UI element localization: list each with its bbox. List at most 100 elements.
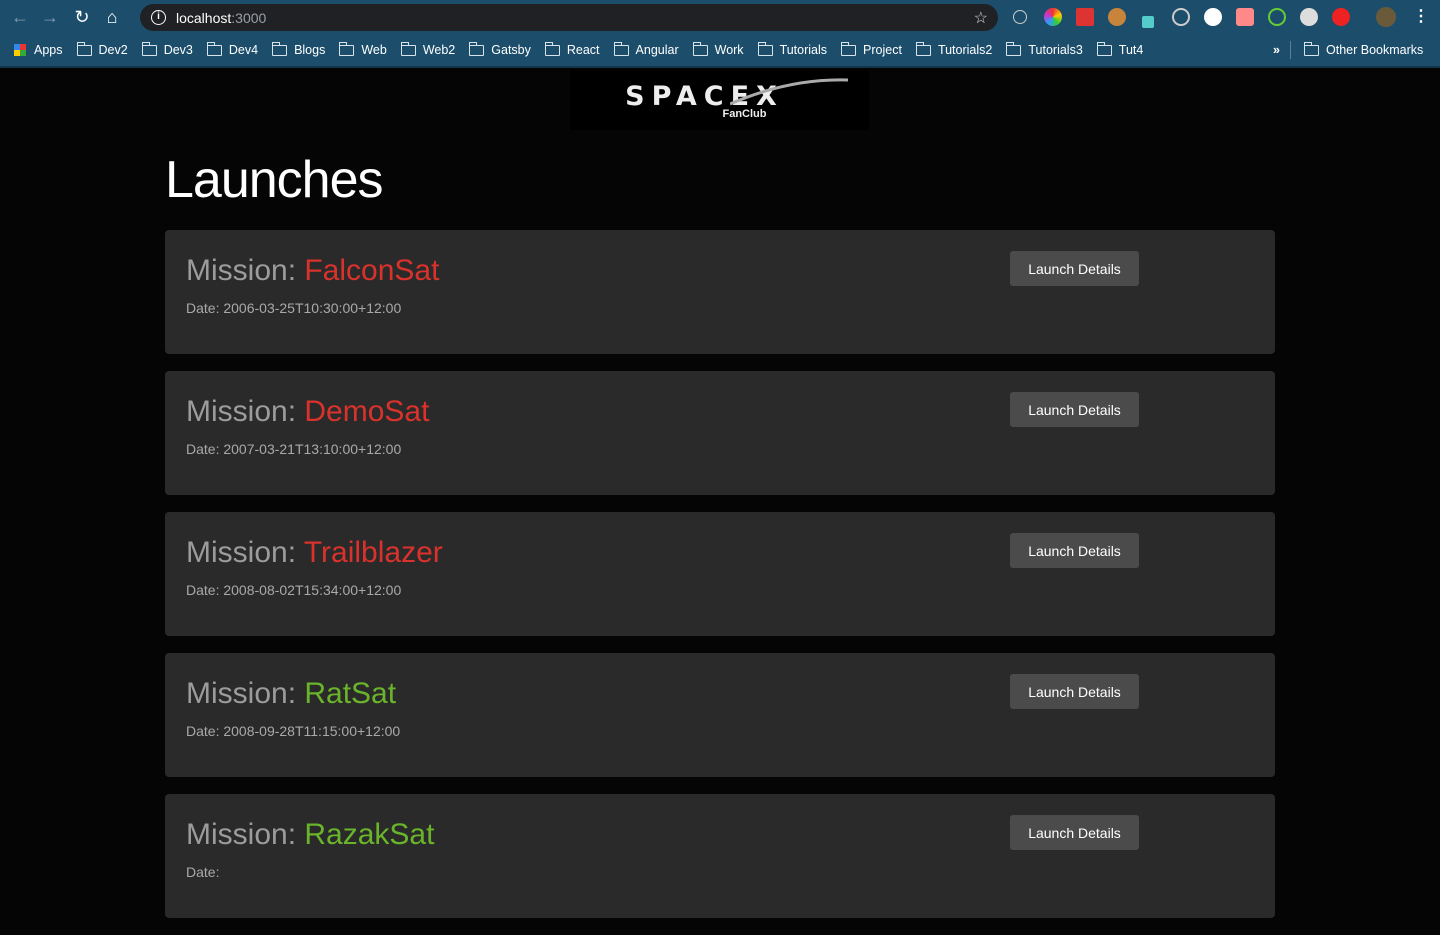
launch-list: Mission: FalconSat Date: 2006-03-25T10:3… (165, 230, 1275, 935)
launch-date: Date: 2007-03-21T13:10:00+12:00 (186, 441, 401, 457)
adblock-extension-icon[interactable] (1332, 8, 1350, 26)
page-title: Launches (165, 151, 384, 209)
launch-card: Mission: Trailblazer Date: 2008-08-02T15… (165, 512, 1275, 636)
bookmark-folder[interactable]: Web (339, 41, 387, 57)
folder-icon (613, 41, 629, 56)
bookmark-label: Project (863, 43, 902, 57)
extension-icon[interactable] (1108, 8, 1126, 26)
folder-icon (841, 41, 857, 56)
date-prefix: Date: (186, 723, 224, 739)
bookmark-label: Gatsby (491, 43, 531, 57)
mission-prefix: Mission: (186, 254, 305, 287)
bookmark-label: Apps (34, 43, 63, 57)
bookmark-label: Tutorials3 (1028, 43, 1083, 57)
date-value: 2006-03-25T10:30:00+12:00 (223, 300, 402, 316)
back-icon[interactable]: ← (7, 4, 33, 30)
folder-icon (757, 41, 773, 56)
bookmark-label: Tutorials2 (937, 43, 993, 57)
reload-icon[interactable]: ↻ (69, 4, 95, 30)
bookmark-label: Dev3 (163, 43, 193, 57)
folder-icon (1304, 41, 1319, 56)
extension-icon[interactable] (1300, 8, 1318, 26)
mission-name: RazakSat (304, 818, 435, 851)
color-picker-extension-icon[interactable] (1044, 8, 1062, 26)
bookmark-star-icon[interactable]: ☆ (974, 8, 988, 28)
bookmark-folder[interactable]: Web2 (400, 41, 455, 57)
bookmark-folder[interactable]: Tut4 (1096, 41, 1144, 57)
mission-title: Mission: RatSat (186, 677, 396, 711)
mission-name: Trailblazer (303, 536, 443, 569)
bookmark-label: Dev4 (228, 43, 259, 57)
bookmark-folder[interactable]: Dev3 (141, 41, 193, 57)
mission-prefix: Mission: (186, 395, 305, 428)
nodejs-extension-icon[interactable] (1268, 8, 1286, 26)
bookmark-folder[interactable]: Tutorials3 (1006, 41, 1083, 57)
date-value: 2008-08-02T15:34:00+12:00 (223, 582, 402, 598)
bookmark-apps[interactable]: Apps (14, 43, 63, 57)
avatar[interactable] (1376, 7, 1396, 27)
folder-icon (400, 41, 416, 56)
extension-icon[interactable] (1076, 8, 1094, 26)
bookmark-label: Blogs (294, 43, 326, 57)
folder-icon (272, 41, 288, 56)
extension-icon[interactable] (1172, 8, 1190, 26)
launch-date: Date: (186, 864, 219, 880)
mission-title: Mission: RazakSat (186, 818, 434, 852)
extension-icon[interactable] (1013, 10, 1027, 24)
bookmark-folder[interactable]: Project (841, 41, 902, 57)
bookmark-folder[interactable]: Tutorials2 (915, 41, 993, 57)
launch-card: Mission: RatSat Date: 2008-09-28T11:15:0… (165, 653, 1275, 777)
date-value: 2008-09-28T11:15:00+12:00 (223, 723, 401, 739)
mission-prefix: Mission: (186, 818, 305, 851)
launch-card: Mission: DemoSat Date: 2007-03-21T13:10:… (165, 371, 1275, 495)
extension-icon[interactable] (1204, 8, 1222, 26)
bookmark-folder[interactable]: Dev2 (76, 41, 128, 57)
folder-icon (339, 41, 355, 56)
date-prefix: Date: (186, 582, 224, 598)
extension-icon[interactable] (1236, 8, 1254, 26)
bookmark-label: Angular (635, 43, 679, 57)
folder-icon (1096, 41, 1112, 56)
url-port: :3000 (231, 9, 267, 26)
date-prefix: Date: (186, 300, 224, 316)
launch-details-button[interactable]: Launch Details (1010, 251, 1139, 286)
home-icon[interactable]: ⌂ (99, 4, 125, 30)
address-bar[interactable]: i localhost:3000 ☆ (140, 4, 998, 31)
info-icon[interactable]: i (151, 10, 166, 25)
bookmark-folder[interactable]: Tutorials (757, 41, 828, 57)
menu-kebab-icon[interactable]: ⋮ (1413, 6, 1429, 26)
mission-name: RatSat (304, 677, 397, 710)
bookmarks-overflow-button[interactable]: » (1273, 43, 1280, 57)
bookmark-label: Tut4 (1118, 43, 1144, 57)
launch-date: Date: 2008-08-02T15:34:00+12:00 (186, 582, 401, 598)
folder-icon (1006, 41, 1022, 56)
launch-details-button[interactable]: Launch Details (1010, 815, 1139, 850)
eyedropper-extension-icon[interactable] (1142, 16, 1154, 28)
folder-icon (141, 41, 157, 56)
url-host: localhost (176, 9, 232, 26)
bookmark-folder[interactable]: React (544, 41, 600, 57)
bookmark-folder[interactable]: Blogs (272, 41, 326, 57)
folder-icon (692, 41, 708, 56)
bookmark-folder[interactable]: Work (692, 41, 744, 57)
forward-icon[interactable]: → (37, 4, 63, 30)
bookmark-folder[interactable]: Dev4 (206, 41, 259, 57)
apps-grid-icon (14, 44, 26, 56)
folder-icon (544, 41, 560, 56)
bookmark-folder[interactable]: Angular (613, 41, 679, 57)
mission-title: Mission: Trailblazer (186, 536, 443, 570)
launch-details-button[interactable]: Launch Details (1010, 533, 1139, 568)
launch-details-button[interactable]: Launch Details (1010, 392, 1139, 427)
bookmark-label: React (566, 43, 600, 57)
launch-details-button[interactable]: Launch Details (1010, 674, 1139, 709)
launch-date: Date: 2006-03-25T10:30:00+12:00 (186, 300, 401, 316)
logo-subtext: FanClub (722, 107, 767, 120)
spacex-fanclub-logo: SPACEX FanClub (570, 70, 869, 130)
mission-name: DemoSat (304, 395, 430, 428)
bookmark-label: Tutorials (779, 43, 828, 57)
other-bookmarks[interactable]: Other Bookmarks (1290, 41, 1423, 59)
bookmarks-bar: Apps Dev2 Dev3 Dev4 Blogs Web Web2 Gatsb… (0, 34, 1440, 68)
folder-icon (915, 41, 931, 56)
bookmark-folder[interactable]: Gatsby (469, 41, 531, 57)
launch-card: Mission: RazakSat Date: Launch Details (165, 794, 1275, 918)
